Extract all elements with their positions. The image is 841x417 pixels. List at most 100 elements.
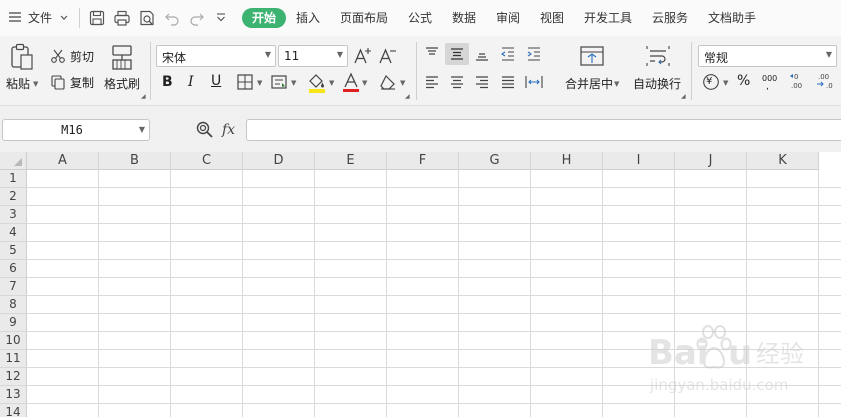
currency-symbol: ¥ xyxy=(706,76,713,87)
row-header-7[interactable]: 7 xyxy=(0,278,27,296)
print-icon[interactable] xyxy=(113,9,131,27)
column-header-f[interactable]: F xyxy=(387,152,459,170)
column-header-k[interactable]: K xyxy=(747,152,819,170)
row-header-11[interactable]: 11 xyxy=(0,350,27,368)
column-header-c[interactable]: C xyxy=(171,152,243,170)
tab-data[interactable]: 数据 xyxy=(452,10,476,26)
row-header-8[interactable]: 8 xyxy=(0,296,27,314)
borders-icon[interactable] xyxy=(236,73,254,91)
column-header-i[interactable]: I xyxy=(603,152,675,170)
undo-icon[interactable] xyxy=(163,9,181,27)
column-header-j[interactable]: J xyxy=(675,152,747,170)
chevron-down-icon[interactable] xyxy=(59,13,69,23)
tab-developer[interactable]: 开发工具 xyxy=(584,10,632,26)
font-dialog-launcher-icon[interactable]: ◢ xyxy=(405,93,410,100)
font-name-value: 宋体 xyxy=(162,51,187,65)
select-all-corner[interactable] xyxy=(0,152,27,170)
tab-home[interactable]: 开始 xyxy=(242,8,286,28)
thousands-separator-button[interactable]: 000 xyxy=(762,72,777,86)
tab-view[interactable]: 视图 xyxy=(540,10,564,26)
row-header-5[interactable]: 5 xyxy=(0,242,27,260)
file-menu[interactable]: 文件 xyxy=(28,10,52,26)
row-header-3[interactable]: 3 xyxy=(0,206,27,224)
row-header-6[interactable]: 6 xyxy=(0,260,27,278)
font-color-bar xyxy=(343,89,359,92)
row-header-12[interactable]: 12 xyxy=(0,368,27,386)
decrease-decimal-icon[interactable]: .00 .0 xyxy=(815,71,837,91)
row-header-9[interactable]: 9 xyxy=(0,314,27,332)
alignment-dialog-launcher-icon[interactable]: ◢ xyxy=(681,93,686,100)
formula-input[interactable] xyxy=(246,119,841,141)
italic-button[interactable]: I xyxy=(188,75,194,89)
ribbon-toolbar: 粘贴 ▼ 剪切 复制 格式刷 ◢ 宋体 ▼ 11 ▼ B I U ▼ ▼ ▼ ▼… xyxy=(0,36,841,106)
column-header-b[interactable]: B xyxy=(99,152,171,170)
copy-button[interactable]: 复制 xyxy=(70,76,94,90)
cut-button[interactable]: 剪切 xyxy=(70,50,94,64)
row-header-4[interactable]: 4 xyxy=(0,224,27,242)
row-header-13[interactable]: 13 xyxy=(0,386,27,404)
increase-font-size-icon[interactable] xyxy=(353,46,373,66)
chevron-down-icon[interactable]: ▼ xyxy=(329,79,334,87)
column-header-d[interactable]: D xyxy=(243,152,315,170)
number-format-select[interactable]: 常规 ▼ xyxy=(698,45,837,67)
chevron-down-icon[interactable]: ▼ xyxy=(362,79,367,87)
fill-color-icon[interactable] xyxy=(307,72,327,94)
font-color-icon[interactable] xyxy=(342,72,360,94)
print-preview-icon[interactable] xyxy=(138,9,156,27)
justify-icon[interactable] xyxy=(500,74,516,90)
row-header-1[interactable]: 1 xyxy=(0,170,27,188)
align-right-icon[interactable] xyxy=(474,74,490,90)
align-left-icon[interactable] xyxy=(424,74,440,90)
name-box[interactable]: M16 ▼ xyxy=(2,119,150,141)
font-name-select[interactable]: 宋体 ▼ xyxy=(156,45,276,67)
decrease-indent-icon[interactable] xyxy=(500,46,516,62)
align-center-icon[interactable] xyxy=(449,74,465,90)
bold-button[interactable]: B xyxy=(162,75,173,89)
cell-style-icon[interactable] xyxy=(270,73,288,91)
svg-text:经验: 经验 xyxy=(756,340,804,368)
redo-icon[interactable] xyxy=(188,9,206,27)
column-header-g[interactable]: G xyxy=(459,152,531,170)
chevron-down-icon[interactable]: ▼ xyxy=(723,79,728,87)
align-bottom-icon[interactable] xyxy=(474,46,490,62)
align-top-icon[interactable] xyxy=(424,46,440,62)
column-header-e[interactable]: E xyxy=(315,152,387,170)
scissors-icon[interactable] xyxy=(50,48,66,64)
chevron-down-icon: ▼ xyxy=(138,125,145,134)
align-middle-icon[interactable] xyxy=(449,46,465,62)
row-header-10[interactable]: 10 xyxy=(0,332,27,350)
font-size-select[interactable]: 11 ▼ xyxy=(278,45,348,67)
chevron-down-icon[interactable]: ▼ xyxy=(33,80,38,88)
format-painter-icon xyxy=(112,45,132,70)
increase-decimal-icon[interactable]: 0 .00 xyxy=(789,71,809,91)
decrease-font-size-icon[interactable] xyxy=(378,46,398,66)
chevron-down-icon[interactable]: ▼ xyxy=(400,79,405,87)
chevron-down-icon[interactable]: ▼ xyxy=(257,79,262,87)
percent-button[interactable]: % xyxy=(737,74,750,88)
chevron-down-icon[interactable]: ▼ xyxy=(614,80,619,88)
underline-button[interactable]: U xyxy=(211,74,221,88)
copy-icon[interactable] xyxy=(50,74,66,90)
insert-function-button[interactable]: fx xyxy=(222,122,235,138)
increase-indent-icon[interactable] xyxy=(526,46,542,62)
customize-toolbar-icon[interactable] xyxy=(215,12,227,24)
chevron-down-icon[interactable]: ▼ xyxy=(291,79,296,87)
tab-insert[interactable]: 插入 xyxy=(296,10,320,26)
tab-review[interactable]: 审阅 xyxy=(496,10,520,26)
row-header-14[interactable]: 14 xyxy=(0,404,27,417)
tab-document-assistant[interactable]: 文档助手 xyxy=(708,10,756,26)
save-icon[interactable] xyxy=(88,9,106,27)
zoom-search-icon[interactable] xyxy=(195,120,215,140)
tab-formulas[interactable]: 公式 xyxy=(408,10,432,26)
hamburger-menu-icon[interactable] xyxy=(8,10,22,24)
column-header-a[interactable]: A xyxy=(27,152,99,170)
tab-cloud-services[interactable]: 云服务 xyxy=(652,10,688,26)
column-header-h[interactable]: H xyxy=(531,152,603,170)
distributed-align-icon[interactable] xyxy=(524,74,544,90)
clipboard-dialog-launcher-icon[interactable]: ◢ xyxy=(141,93,146,100)
row-header-2[interactable]: 2 xyxy=(0,188,27,206)
clear-icon[interactable] xyxy=(378,73,398,91)
formula-bar: M16 ▼ fx xyxy=(0,106,841,152)
tab-page-layout[interactable]: 页面布局 xyxy=(340,10,388,26)
svg-text:.00: .00 xyxy=(818,73,829,81)
